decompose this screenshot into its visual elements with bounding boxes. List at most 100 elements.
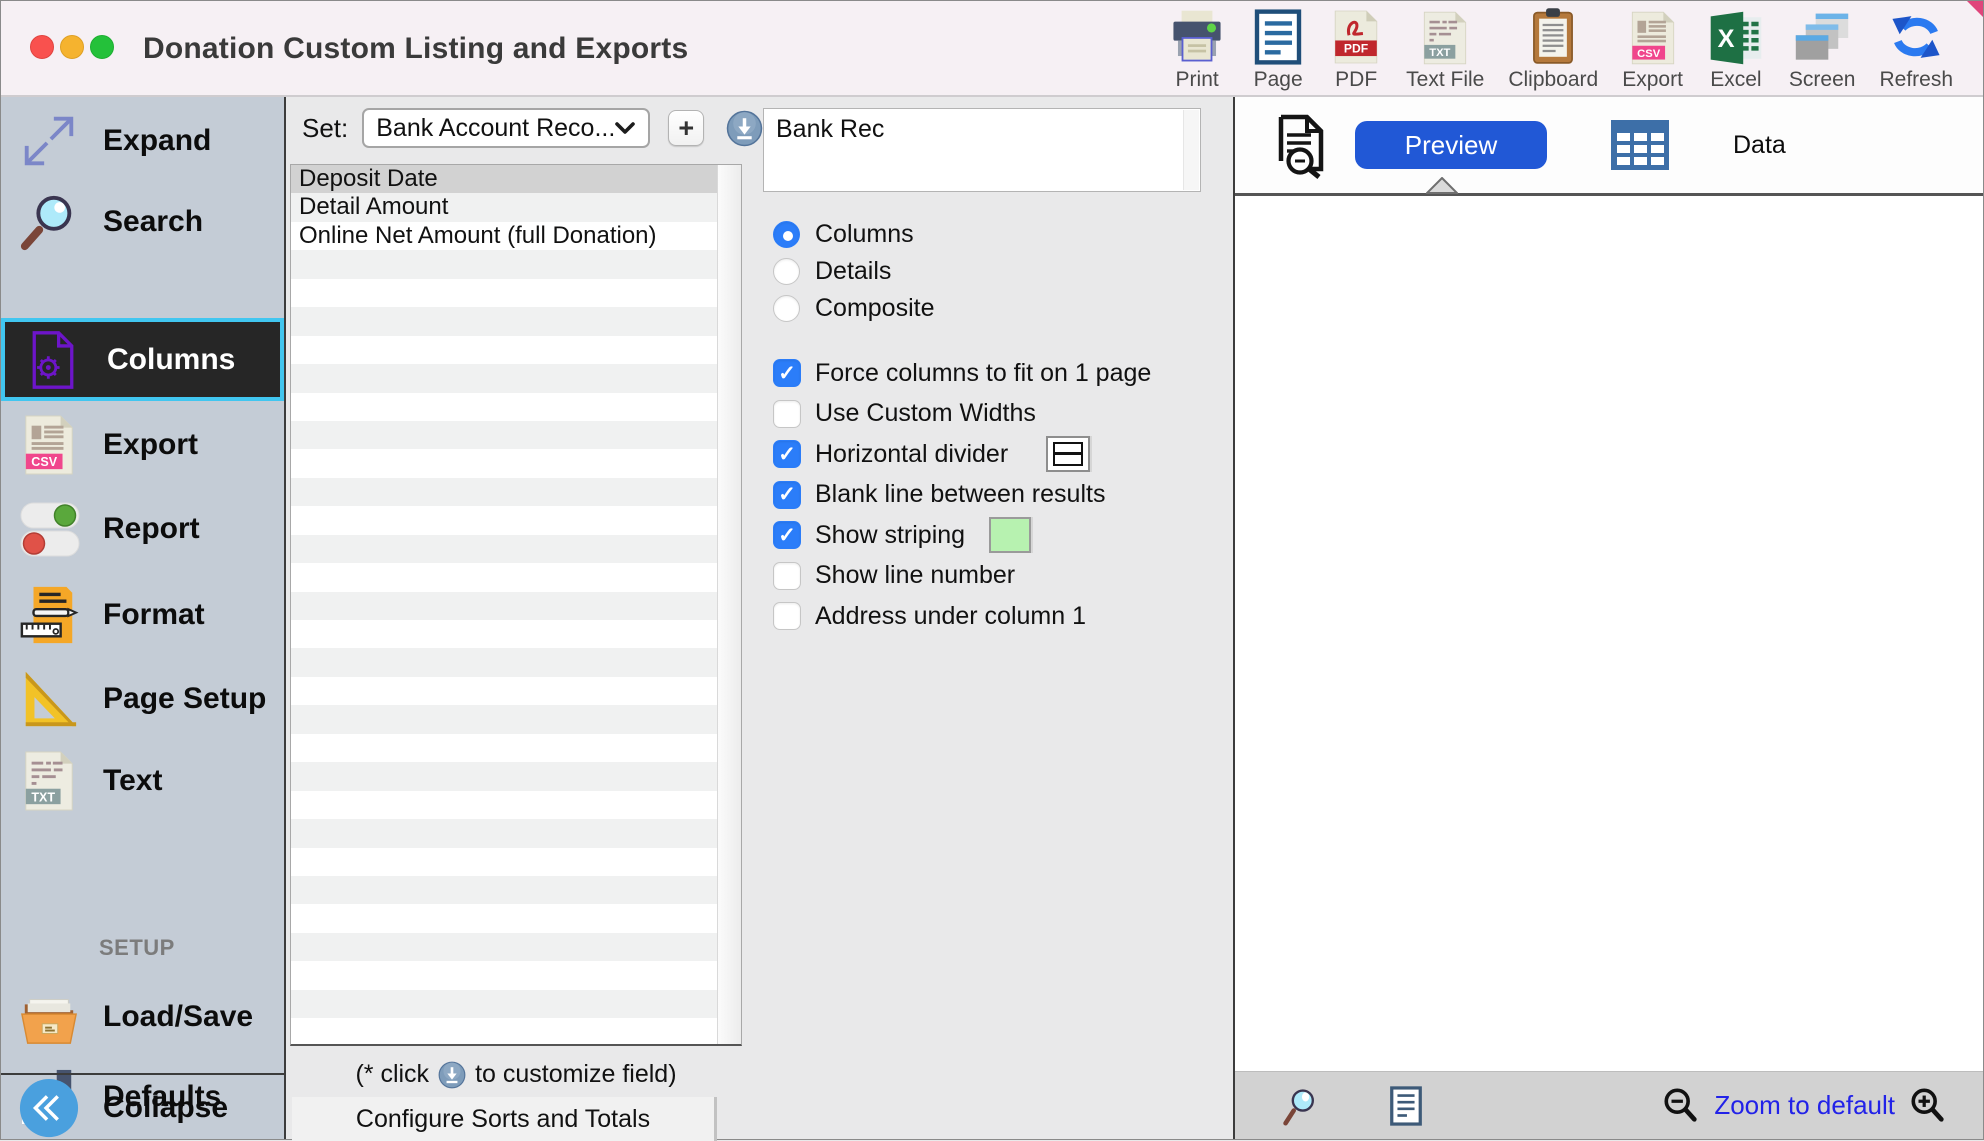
radio-icon: [773, 221, 800, 248]
checkbox-icon: [773, 440, 801, 468]
sidebar-item-collapse[interactable]: Collapse: [1, 1075, 284, 1141]
tab-preview[interactable]: Preview: [1355, 121, 1547, 169]
sidebar-item-text[interactable]: TXT Text: [1, 741, 284, 821]
zoom-in-icon[interactable]: [1909, 1087, 1947, 1125]
list-item[interactable]: [291, 393, 717, 421]
minimize-button[interactable]: [60, 35, 84, 59]
checkbox-horizontal-divider[interactable]: Horizontal divider: [773, 434, 1151, 475]
customize-field-button[interactable]: [726, 110, 763, 147]
text-file-button[interactable]: TXT Text File: [1394, 6, 1496, 92]
sidebar-item-export[interactable]: CSV Export: [1, 406, 284, 484]
list-item[interactable]: [291, 478, 717, 506]
list-item[interactable]: [291, 563, 717, 591]
list-item[interactable]: [291, 250, 717, 278]
set-select[interactable]: Bank Account Reco...: [362, 108, 650, 148]
excel-button[interactable]: X Excel: [1695, 6, 1777, 92]
list-item[interactable]: [291, 791, 717, 819]
page-view-icon[interactable]: [1387, 1085, 1425, 1127]
list-item[interactable]: [291, 762, 717, 790]
list-item[interactable]: [291, 904, 717, 932]
checkbox-address-col1[interactable]: Address under column 1: [773, 596, 1151, 637]
screen-button[interactable]: Screen: [1777, 6, 1868, 92]
field-list-scrollbar[interactable]: [717, 165, 741, 1044]
list-item[interactable]: Online Net Amount (full Donation): [291, 222, 717, 250]
sidebar-item-report[interactable]: Report: [1, 488, 284, 570]
list-item[interactable]: [291, 848, 717, 876]
configure-sorts-totals-button[interactable]: Configure Sorts and Totals: [292, 1097, 717, 1141]
list-item[interactable]: [291, 279, 717, 307]
close-button[interactable]: [30, 35, 54, 59]
list-item[interactable]: [291, 648, 717, 676]
list-item[interactable]: [291, 961, 717, 989]
pdf-button[interactable]: PDF PDF: [1318, 6, 1394, 92]
checkbox-custom-widths[interactable]: Use Custom Widths: [773, 394, 1151, 435]
listing-title-input[interactable]: Bank Rec: [763, 108, 1201, 192]
list-item[interactable]: [291, 1018, 717, 1044]
list-item[interactable]: [291, 705, 717, 733]
checkbox-blank-line[interactable]: Blank line between results: [773, 475, 1151, 516]
sidebar-item-label: Format: [103, 598, 205, 632]
checkbox-line-number[interactable]: Show line number: [773, 556, 1151, 597]
tab-data[interactable]: Data: [1733, 131, 1786, 160]
hint-prefix: (* click: [355, 1060, 429, 1089]
download-circle-icon: [438, 1061, 466, 1089]
csv-export-button[interactable]: CSV Export: [1610, 6, 1695, 92]
page-icon: [1250, 6, 1306, 66]
list-item[interactable]: [291, 592, 717, 620]
toolbar-label: Excel: [1710, 68, 1761, 92]
radio-details[interactable]: Details: [773, 253, 935, 290]
refresh-button[interactable]: Refresh: [1867, 6, 1965, 92]
csv-export-icon: CSV: [17, 413, 81, 477]
sidebar-item-columns[interactable]: Columns: [1, 318, 284, 401]
zoom-to-default-link[interactable]: Zoom to default: [1714, 1090, 1895, 1121]
list-item[interactable]: [291, 876, 717, 904]
list-item[interactable]: Detail Amount: [291, 193, 717, 221]
list-item[interactable]: [291, 307, 717, 335]
print-button[interactable]: Print: [1156, 6, 1238, 92]
list-item[interactable]: [291, 990, 717, 1018]
list-item[interactable]: [291, 449, 717, 477]
stripe-color-swatch[interactable]: [989, 517, 1031, 553]
list-item[interactable]: [291, 535, 717, 563]
magnifier-icon[interactable]: [1281, 1085, 1321, 1127]
sidebar-item-page-setup[interactable]: Page Setup: [1, 658, 284, 740]
checkbox-show-striping[interactable]: Show striping: [773, 515, 1151, 556]
set-label: Set:: [302, 113, 348, 144]
sidebar-item-search[interactable]: Search: [1, 181, 284, 263]
divider-style-button[interactable]: [1046, 436, 1090, 472]
sidebar-item-expand[interactable]: Expand: [1, 101, 284, 181]
radio-composite[interactable]: Composite: [773, 290, 935, 327]
radio-columns[interactable]: Columns: [773, 216, 935, 253]
list-item[interactable]: [291, 364, 717, 392]
list-item[interactable]: [291, 421, 717, 449]
data-table-icon[interactable]: [1609, 116, 1671, 174]
list-item[interactable]: Deposit Date: [291, 165, 717, 193]
page-button[interactable]: Page: [1238, 6, 1318, 92]
list-item[interactable]: [291, 620, 717, 648]
zoom-window-button[interactable]: [90, 35, 114, 59]
checkbox-icon: [773, 400, 801, 428]
checkbox-force-fit[interactable]: Force columns to fit on 1 page: [773, 353, 1151, 394]
document-zoom-icon[interactable]: [1269, 111, 1335, 179]
sidebar-item-label: Search: [103, 205, 203, 239]
list-item[interactable]: [291, 336, 717, 364]
list-item[interactable]: [291, 819, 717, 847]
sidebar-item-format[interactable]: Format: [1, 574, 284, 656]
zoom-out-icon[interactable]: [1662, 1087, 1700, 1125]
field-list-rows: Deposit DateDetail AmountOnline Net Amou…: [291, 165, 717, 1044]
toolbar-label: Print: [1176, 68, 1219, 92]
refresh-icon: [1886, 6, 1946, 66]
excel-icon: X: [1707, 6, 1765, 66]
sidebar-item-load-save[interactable]: Load/Save: [1, 977, 284, 1057]
add-set-button[interactable]: +: [668, 110, 704, 146]
clipboard-button[interactable]: Clipboard: [1496, 6, 1610, 92]
sidebar-item-label: Collapse: [103, 1091, 228, 1125]
list-item[interactable]: [291, 933, 717, 961]
toolbar-label: Text File: [1406, 68, 1484, 92]
toolbar-label: Clipboard: [1508, 68, 1598, 92]
toolbar-label: Refresh: [1879, 68, 1953, 92]
list-item[interactable]: [291, 677, 717, 705]
textarea-scrollbar[interactable]: [1183, 110, 1199, 190]
list-item[interactable]: [291, 506, 717, 534]
list-item[interactable]: [291, 734, 717, 762]
